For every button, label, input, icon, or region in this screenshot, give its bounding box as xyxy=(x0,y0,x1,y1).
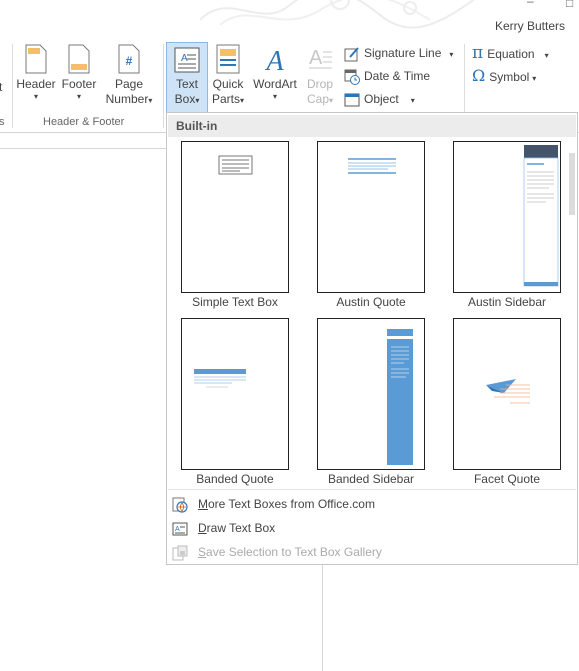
chevron-down-icon: ▾ xyxy=(532,74,537,83)
group-separator xyxy=(163,44,164,128)
ruler-line xyxy=(0,148,166,149)
gallery-item-facet-quote[interactable] xyxy=(453,318,561,470)
user-name[interactable]: Kerry Butters xyxy=(495,19,565,33)
clipped-group-label: s xyxy=(0,116,5,128)
date-time-label: Date & Time xyxy=(364,69,431,83)
text-box-label-2: Box▾ xyxy=(174,92,200,106)
symbol-button[interactable]: Ω Symbol ▾ xyxy=(472,66,536,86)
text-box-label-1: Text xyxy=(175,77,198,91)
svg-text:#: # xyxy=(126,54,133,68)
gallery-caption: Banded Sidebar xyxy=(327,472,415,486)
gallery-caption: Facet Quote xyxy=(473,472,541,486)
gallery-caption: Banded Quote xyxy=(196,472,274,486)
chevron-down-icon: ▾ xyxy=(410,96,415,105)
header-button[interactable]: Header ▾ xyxy=(15,44,57,102)
chevron-down-icon: ▾ xyxy=(76,92,81,101)
gallery-caption: Simple Text Box xyxy=(192,295,278,309)
signature-line-icon xyxy=(344,47,359,62)
symbol-label: Symbol xyxy=(489,70,530,84)
chevron-down-icon: ▾ xyxy=(449,50,454,59)
facet-quote-preview xyxy=(486,379,530,404)
gallery-item-banded-sidebar[interactable] xyxy=(317,318,425,470)
office-com-icon xyxy=(172,497,188,513)
object-button[interactable]: Object ▾ xyxy=(344,89,415,109)
object-label: Object xyxy=(364,92,399,106)
draw-text-box-item[interactable]: A Draw Text Box xyxy=(172,517,275,539)
svg-text:A: A xyxy=(181,53,188,64)
gallery-section-header: Built-in xyxy=(168,115,576,137)
text-box-gallery: Built-in Simple Text Box Austin Quote Au… xyxy=(166,112,578,565)
clipped-button-label: t xyxy=(0,80,3,94)
gallery-caption: Austin Sidebar xyxy=(467,295,547,309)
document-area[interactable] xyxy=(0,133,166,671)
chevron-down-icon: ▾ xyxy=(33,92,38,101)
gallery-caption: Austin Quote xyxy=(336,295,406,309)
quick-parts-button[interactable]: Quick Parts▾ xyxy=(208,44,248,108)
equation-label: Equation xyxy=(487,47,535,61)
simple-text-box-preview xyxy=(218,155,253,175)
drop-cap-icon: A xyxy=(309,47,332,69)
object-icon xyxy=(344,93,360,107)
quick-parts-label-1: Quick xyxy=(212,77,244,91)
quick-parts-icon xyxy=(216,44,240,74)
wordart-icon: A xyxy=(264,46,284,77)
scrollbar-thumb[interactable] xyxy=(569,153,575,215)
austin-quote-preview xyxy=(348,158,396,174)
calendar-clock-icon xyxy=(344,69,360,85)
footer-button[interactable]: Footer ▾ xyxy=(58,44,100,102)
footer-label: Footer xyxy=(61,77,97,91)
more-text-boxes-label: More Text Boxes from Office.com xyxy=(198,497,375,511)
restore-button[interactable]: □ xyxy=(566,0,573,10)
gallery-item-austin-sidebar[interactable] xyxy=(453,141,561,293)
group-separator xyxy=(12,44,13,128)
svg-text:A: A xyxy=(175,526,180,533)
chevron-down-icon: ▾ xyxy=(544,51,549,60)
page-number-button[interactable]: # Page Number▾ xyxy=(101,44,157,108)
header-footer-group-label: Header & Footer xyxy=(43,116,125,128)
svg-text:A: A xyxy=(264,46,284,74)
title-bar: – □ Kerry Butters xyxy=(0,0,579,40)
menu-separator xyxy=(168,489,576,490)
text-box-button[interactable]: A Text Box▾ xyxy=(166,42,208,114)
signature-line-button[interactable]: Signature Line ▾ xyxy=(344,43,453,63)
banded-sidebar-preview xyxy=(387,329,413,465)
save-to-gallery-icon xyxy=(172,545,188,561)
wordart-button[interactable]: A WordArt ▾ xyxy=(250,44,300,102)
gallery-item-austin-quote[interactable] xyxy=(317,141,425,293)
page-number-label-1: Page xyxy=(114,77,144,91)
draw-text-box-label: Draw Text Box xyxy=(198,521,276,535)
footer-icon xyxy=(68,44,90,74)
drop-cap-label-1: Drop xyxy=(306,77,333,91)
header-label: Header xyxy=(16,77,56,91)
pi-icon: π xyxy=(472,43,484,63)
draw-text-box-icon: A xyxy=(172,522,188,536)
svg-text:A: A xyxy=(309,47,323,69)
page-number-icon: # xyxy=(118,44,140,74)
background-ornament xyxy=(199,0,475,29)
document-area-lower[interactable] xyxy=(166,565,579,671)
gallery-item-banded-quote[interactable] xyxy=(181,318,289,470)
signature-line-label: Signature Line xyxy=(364,46,442,60)
minimize-button[interactable]: – xyxy=(527,0,534,8)
chevron-down-icon: ▾ xyxy=(272,92,277,101)
omega-icon: Ω xyxy=(472,66,486,85)
save-selection-label: Save Selection to Text Box Gallery xyxy=(198,545,382,559)
drop-cap-label-2: Cap▾ xyxy=(306,92,334,106)
banded-quote-preview xyxy=(194,369,246,388)
header-icon xyxy=(25,44,47,74)
austin-sidebar-preview xyxy=(523,145,559,287)
quick-parts-label-2: Parts▾ xyxy=(211,92,245,106)
text-box-icon: A xyxy=(174,47,200,73)
wordart-label: WordArt xyxy=(253,77,297,91)
more-text-boxes-item[interactable]: More Text Boxes from Office.com xyxy=(172,493,375,515)
gallery-item-simple-text-box[interactable] xyxy=(181,141,289,293)
equation-button[interactable]: π Equation ▾ xyxy=(472,43,549,63)
gallery-scrollbar[interactable] xyxy=(568,139,576,489)
page-number-label-2: Number▾ xyxy=(105,92,153,106)
save-selection-item[interactable]: Save Selection to Text Box Gallery xyxy=(172,541,382,563)
drop-cap-button[interactable]: A Drop Cap▾ xyxy=(302,44,338,108)
date-time-button[interactable]: Date & Time xyxy=(344,66,430,86)
page-edge xyxy=(322,565,323,671)
